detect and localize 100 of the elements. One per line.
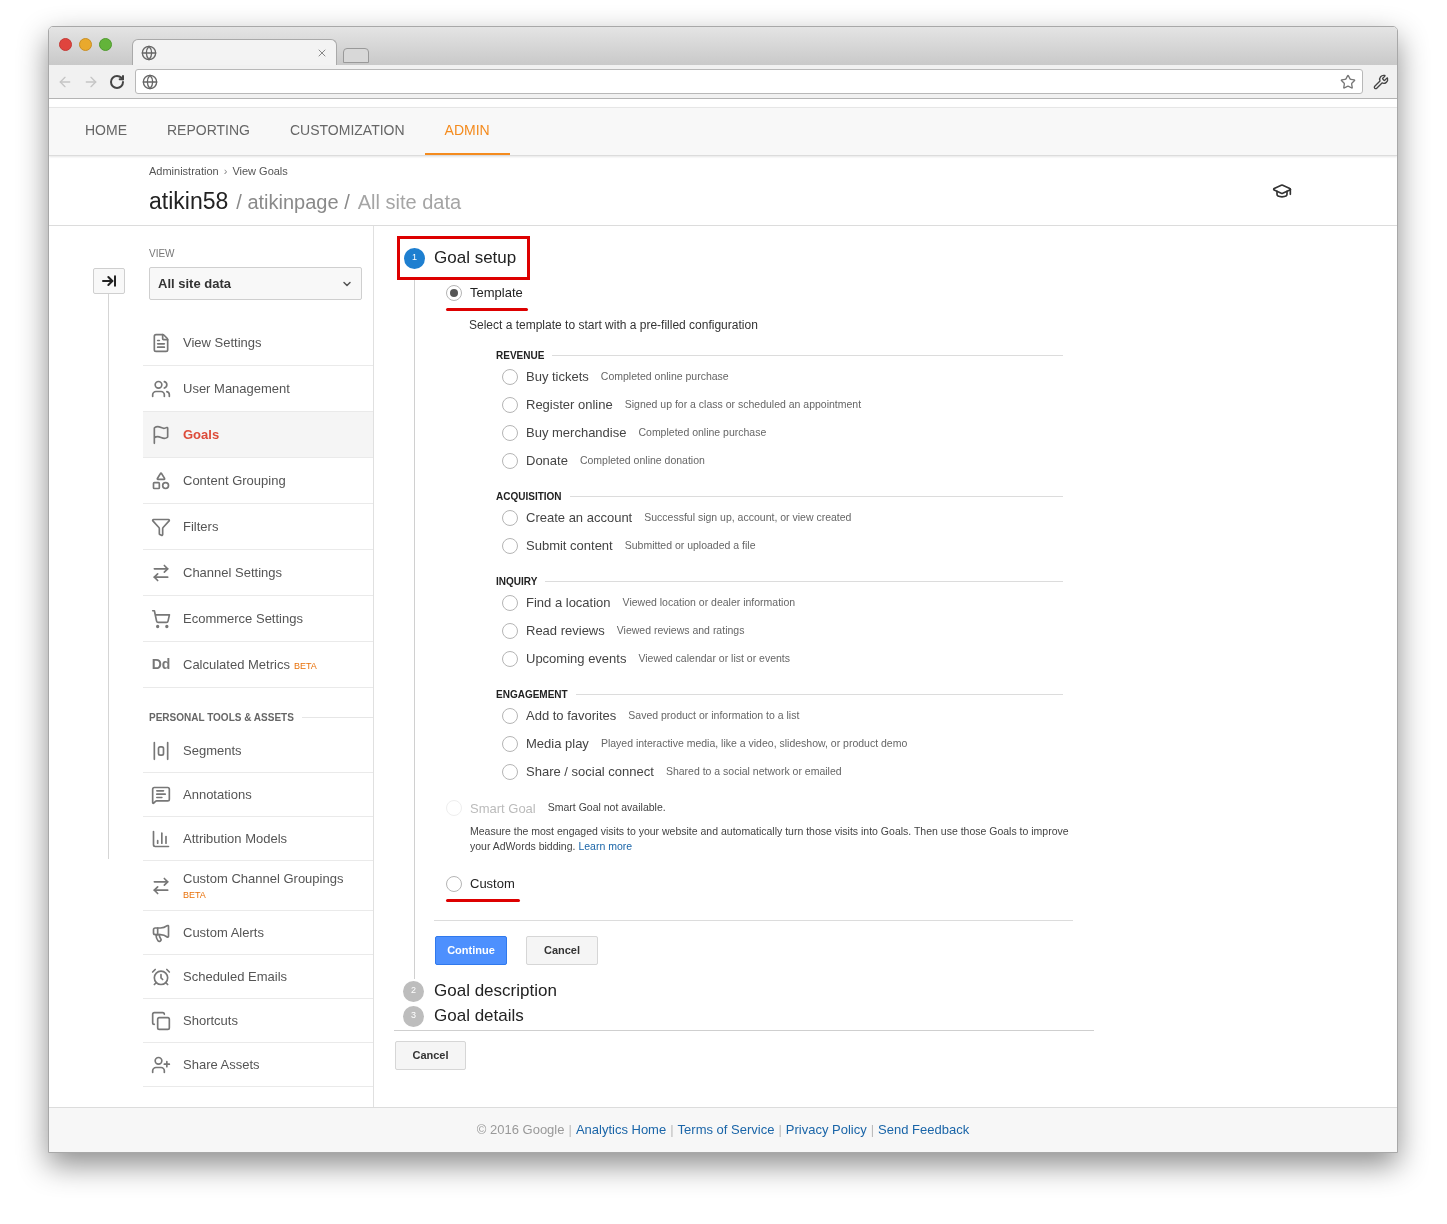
speech-bubble-icon [151, 784, 171, 805]
goal-type-label[interactable]: Media play [526, 733, 589, 754]
minimize-window-icon[interactable] [79, 37, 92, 51]
option-label[interactable]: Custom [470, 874, 515, 894]
category-heading: ACQUISITION [496, 489, 562, 504]
address-bar[interactable] [135, 69, 1363, 94]
breadcrumb-link[interactable]: Administration [149, 163, 219, 180]
cancel-button[interactable]: Cancel [526, 935, 598, 965]
bookmark-star-icon[interactable] [1340, 73, 1356, 90]
sidebar-label: Custom Alerts [183, 923, 264, 942]
category-heading: ENGAGEMENT [496, 687, 568, 702]
reload-icon[interactable] [109, 73, 125, 90]
template-detail: Completed online purchase [638, 424, 767, 440]
megaphone-icon [151, 922, 171, 943]
wrench-icon[interactable] [1373, 73, 1389, 90]
template-detail: Completed online donation [579, 452, 705, 468]
sidebar-label: Custom Channel Groupings [183, 870, 344, 888]
radio-button[interactable] [502, 594, 518, 611]
shapes-icon [151, 470, 171, 491]
step-title[interactable]: Goal setup [434, 245, 517, 271]
dd-icon: Dd [151, 654, 171, 675]
template-detail: Successful sign up, account, or view created [644, 509, 852, 525]
footer-link[interactable]: Send Feedback [878, 1120, 970, 1140]
property-name: / atikinpage / [236, 189, 350, 215]
radio-button[interactable] [446, 284, 462, 301]
step-number: 1 [404, 247, 425, 269]
sidebar-label: View Settings [183, 333, 262, 352]
step-title[interactable]: Goal details [434, 1003, 524, 1029]
nav-tab[interactable]: HOME [65, 108, 147, 155]
goal-type-label[interactable]: Find a location [526, 592, 611, 613]
template-detail: Viewed reviews and ratings [616, 622, 745, 638]
template-detail: Played interactive media, like a video, slideshow, or product demo [600, 735, 908, 751]
footer-separator: | [870, 1121, 875, 1140]
back-button[interactable] [93, 268, 125, 294]
template-detail: Shared to a social network or emailed [665, 763, 842, 779]
goal-type-label[interactable]: Submit content [526, 535, 613, 556]
radio-button[interactable] [502, 707, 518, 724]
pages-icon [151, 1010, 171, 1031]
goal-type-label[interactable]: Buy tickets [526, 366, 589, 387]
breadcrumb-link[interactable]: View Goals [232, 163, 288, 180]
option-label: Smart Goal [470, 799, 536, 818]
radio-button[interactable] [502, 368, 518, 385]
close-window-icon[interactable] [59, 37, 72, 51]
goal-type-label[interactable]: Create an account [526, 507, 633, 528]
step-title[interactable]: Goal description [434, 978, 557, 1004]
sidebar-label: Content Grouping [183, 471, 286, 490]
goal-type-label[interactable]: Read reviews [526, 620, 605, 641]
radio-button[interactable] [502, 622, 518, 639]
goal-type-label[interactable]: Share / social connect [526, 761, 654, 782]
smart-goal-description: Measure the most engaged visits to your website and automatically turn those visits into Goals. Then use those Goals to improve your AdWords bidding. Learn more [470, 824, 1070, 854]
browser-tab[interactable] [132, 39, 337, 65]
arrows-icon [151, 562, 171, 583]
view-dropdown[interactable]: All site data [149, 267, 362, 300]
footer-separator: | [778, 1121, 782, 1140]
view-label: VIEW [148, 247, 176, 261]
cart-icon [151, 608, 171, 629]
footer-link[interactable]: Privacy Policy [785, 1120, 867, 1140]
footer-link[interactable]: Terms of Service [677, 1120, 775, 1140]
radio-button[interactable] [502, 452, 518, 469]
account-name: atikin58 [149, 186, 229, 216]
add-user-icon [151, 1054, 171, 1075]
goal-type-label[interactable]: Add to favorites [526, 705, 617, 726]
goal-type-label[interactable]: Register online [526, 394, 613, 415]
template-detail: Saved product or information to a list [628, 707, 800, 723]
sidebar-item[interactable]: Goals [143, 412, 373, 458]
radio-button[interactable] [502, 424, 518, 441]
new-tab-button[interactable] [343, 48, 369, 63]
cancel-button[interactable]: Cancel [395, 1040, 466, 1070]
template-detail: Viewed location or dealer information [622, 594, 796, 610]
sidebar-label: User Management [183, 379, 290, 398]
goal-type-label[interactable]: Buy merchandise [526, 422, 627, 443]
template-detail: Viewed calendar or list or events [638, 650, 790, 666]
sidebar-label: Ecommerce Settings [183, 609, 303, 628]
goal-type-label[interactable]: Upcoming events [526, 648, 627, 669]
maximize-window-icon[interactable] [99, 37, 112, 51]
sidebar-label: Segments [183, 741, 242, 760]
category-heading: INQUIRY [496, 574, 538, 589]
footer-link[interactable]: Analytics Home [575, 1120, 667, 1140]
radio-button[interactable] [502, 396, 518, 413]
radio-button[interactable] [502, 650, 518, 667]
sidebar-label: Calculated Metrics [183, 655, 290, 674]
columns-icon [151, 740, 171, 761]
beta-label: BETA [183, 888, 206, 902]
copyright-text: © 2016 Google [476, 1121, 565, 1140]
nav-tab[interactable]: CUSTOMIZATION [270, 108, 425, 155]
sidebar-label: Scheduled Emails [183, 967, 288, 986]
radio-button[interactable] [446, 875, 462, 892]
radio-button[interactable] [502, 763, 518, 780]
globe-icon [142, 73, 158, 90]
nav-tab[interactable]: REPORTING [147, 108, 270, 155]
radio-button[interactable] [502, 509, 518, 526]
radio-button[interactable] [502, 735, 518, 752]
radio-button[interactable] [502, 537, 518, 554]
alarm-clock-icon [151, 966, 171, 987]
sidebar-label: Attribution Models [183, 829, 288, 848]
goal-type-label[interactable]: Donate [526, 450, 568, 471]
footer-separator: | [670, 1121, 674, 1140]
people-icon [151, 378, 171, 399]
template-detail: Submitted or uploaded a file [624, 537, 756, 553]
option-label[interactable]: Template [470, 283, 523, 303]
